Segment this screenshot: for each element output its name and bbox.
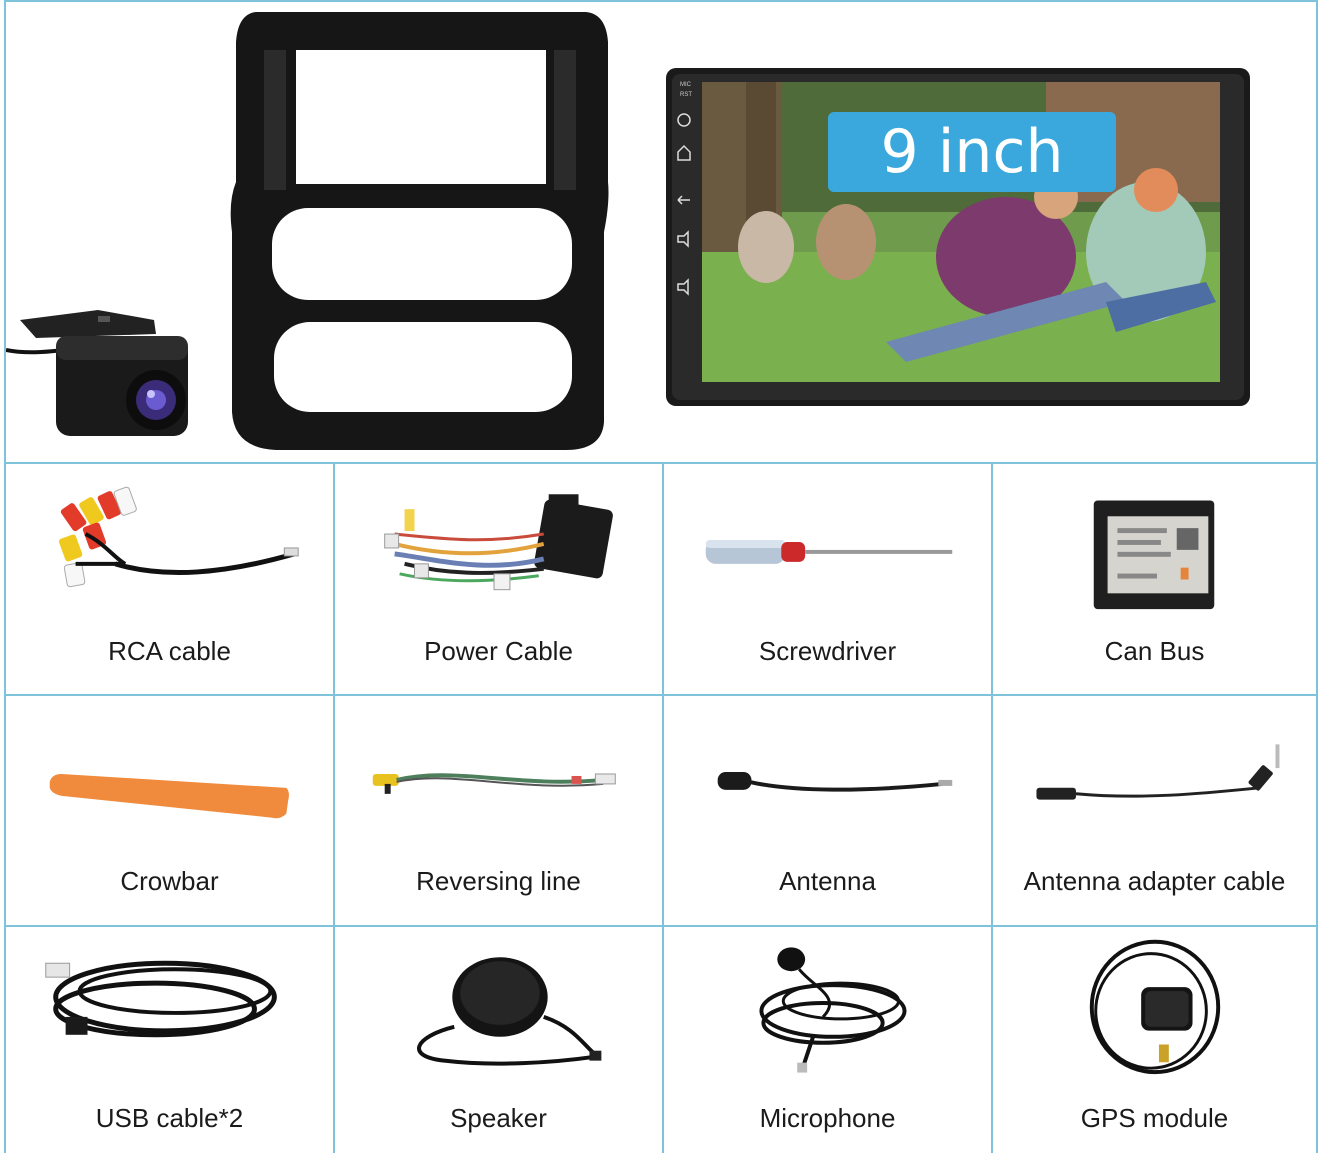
accessory-cell-power-cable: Power Cable [333, 462, 662, 694]
antenna-icon [717, 771, 953, 792]
usb-cable-icon [45, 960, 277, 1038]
accessory-label: USB cable*2 [95, 1103, 244, 1133]
accessory-label: GPS module [1080, 1103, 1229, 1133]
accessory-cell-gps-module: GPS module [991, 925, 1318, 1153]
speaker-icon [417, 957, 602, 1066]
accessory-cell-speaker: Speaker [333, 925, 662, 1153]
screwdriver-icon [705, 539, 953, 564]
accessory-label: Can Bus [1104, 636, 1205, 666]
accessory-label: Crowbar [120, 866, 219, 896]
accessory-cell-usb-cable: USB cable*2 [4, 925, 333, 1153]
accessory-label: Power Cable [424, 636, 573, 666]
accessory-cell-screwdriver: Screwdriver [662, 462, 991, 694]
accessory-label: Screwdriver [758, 636, 897, 666]
can-bus-icon [1093, 500, 1215, 610]
rca-cable-icon [58, 486, 299, 588]
mic-label: MIC [680, 82, 692, 88]
screen-size-badge: 9 inch [828, 112, 1116, 192]
accessory-cell-antenna-adapter: Antenna adapter cable [991, 694, 1318, 925]
hero-illustration: MIC RST [6, 12, 1250, 450]
accessory-cell-rca-cable: RCA cable [4, 462, 333, 694]
crowbar-icon [49, 773, 289, 819]
antenna-adapter-icon [1036, 744, 1280, 800]
accessory-cell-can-bus: Can Bus [991, 462, 1318, 694]
accessory-cell-crowbar: Crowbar [4, 694, 333, 925]
dash-frame-icon [230, 12, 609, 450]
hero-panel: MIC RST 9 inch [4, 0, 1318, 462]
rst-label: RST [680, 92, 692, 98]
accessory-cell-microphone: Microphone [662, 925, 991, 1153]
accessory-label: Antenna adapter cable [1023, 866, 1286, 896]
accessory-cell-antenna: Antenna [662, 694, 991, 925]
accessory-label: Antenna [779, 866, 876, 896]
accessory-sheet: MIC RST 9 inch RCA cable Power Cable Scr… [0, 0, 1321, 1153]
reversing-line-icon [372, 773, 616, 794]
accessory-label: Microphone [759, 1103, 896, 1133]
accessory-cell-reversing-line: Reversing line [333, 694, 662, 925]
accessory-grid: RCA cable Power Cable Screwdriver Can Bu… [4, 462, 1318, 1153]
accessory-label: Reversing line [416, 866, 581, 896]
gps-module-icon [1089, 939, 1221, 1075]
power-cable-icon [384, 494, 613, 591]
microphone-icon [759, 947, 907, 1073]
backup-camera-icon [6, 310, 188, 436]
accessory-label: Speaker [450, 1103, 547, 1133]
accessory-label: RCA cable [108, 636, 231, 666]
